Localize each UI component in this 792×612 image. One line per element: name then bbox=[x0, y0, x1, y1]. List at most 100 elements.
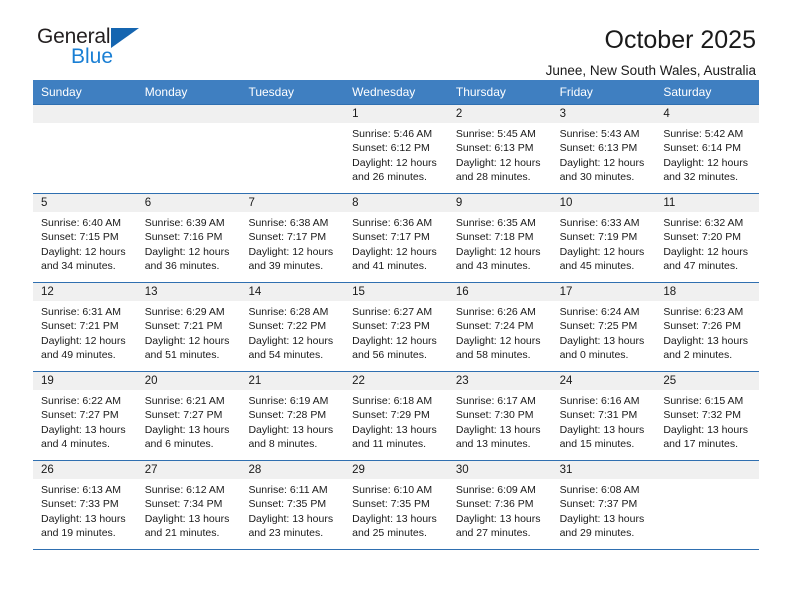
calendar-day-cell[interactable]: 26 Sunrise: 6:13 AM Sunset: 7:33 PM Dayl… bbox=[33, 461, 137, 549]
sunrise-text: Sunrise: 6:18 AM bbox=[352, 395, 433, 407]
calendar-day-cell[interactable] bbox=[240, 105, 345, 193]
calendar-day-cell[interactable] bbox=[33, 105, 137, 193]
calendar-day-cell[interactable]: 31 Sunrise: 6:08 AM Sunset: 7:37 PM Dayl… bbox=[551, 461, 656, 549]
brand-logo[interactable]: General Blue bbox=[33, 26, 187, 82]
calendar-day-cell[interactable]: 7 Sunrise: 6:38 AM Sunset: 7:17 PM Dayli… bbox=[240, 194, 345, 282]
day-number-band: 17 bbox=[551, 283, 656, 301]
calendar-week-row: 5 Sunrise: 6:40 AM Sunset: 7:15 PM Dayli… bbox=[33, 193, 760, 282]
calendar-day-cell[interactable] bbox=[136, 105, 241, 193]
calendar-day-cell[interactable]: 20 Sunrise: 6:21 AM Sunset: 7:27 PM Dayl… bbox=[136, 372, 241, 460]
day-details: Sunrise: 6:33 AM Sunset: 7:19 PM Dayligh… bbox=[552, 212, 656, 274]
daylight-text-line1: Daylight: 12 hours bbox=[455, 245, 541, 258]
day-number-band: 2 bbox=[447, 105, 552, 123]
daylight-text-line1: Daylight: 12 hours bbox=[455, 334, 541, 347]
day-number: 18 bbox=[663, 286, 677, 298]
weekday-header-friday: Friday bbox=[559, 85, 593, 99]
sunrise-text: Sunrise: 6:13 AM bbox=[41, 484, 121, 496]
day-number: 16 bbox=[455, 286, 469, 298]
day-details: Sunrise: 6:17 AM Sunset: 7:30 PM Dayligh… bbox=[448, 390, 552, 452]
day-details: Sunrise: 6:31 AM Sunset: 7:21 PM Dayligh… bbox=[33, 301, 137, 363]
calendar-day-cell[interactable]: 19 Sunrise: 6:22 AM Sunset: 7:27 PM Dayl… bbox=[33, 372, 137, 460]
sunset-text: Sunset: 7:18 PM bbox=[455, 231, 534, 244]
calendar-day-cell[interactable]: 4 Sunrise: 5:42 AM Sunset: 6:14 PM Dayli… bbox=[655, 105, 760, 193]
weekday-header-thursday: Thursday bbox=[455, 85, 506, 99]
daylight-text-line1: Daylight: 13 hours bbox=[352, 423, 437, 436]
calendar-day-cell[interactable]: 22 Sunrise: 6:18 AM Sunset: 7:29 PM Dayl… bbox=[344, 372, 448, 460]
day-number: 21 bbox=[248, 375, 262, 387]
calendar-day-cell[interactable]: 5 Sunrise: 6:40 AM Sunset: 7:15 PM Dayli… bbox=[33, 194, 137, 282]
calendar-day-cell[interactable]: 23 Sunrise: 6:17 AM Sunset: 7:30 PM Dayl… bbox=[447, 372, 552, 460]
day-details: Sunrise: 6:35 AM Sunset: 7:18 PM Dayligh… bbox=[448, 212, 552, 274]
sunset-text: Sunset: 7:36 PM bbox=[455, 498, 534, 511]
sunrise-text: Sunrise: 6:22 AM bbox=[41, 395, 121, 407]
sunrise-text: Sunrise: 6:38 AM bbox=[248, 217, 329, 229]
sunset-text: Sunset: 7:21 PM bbox=[144, 320, 223, 333]
daylight-text-line1: Daylight: 13 hours bbox=[559, 423, 645, 436]
calendar-day-cell[interactable]: 10 Sunrise: 6:33 AM Sunset: 7:19 PM Dayl… bbox=[551, 194, 656, 282]
day-details: Sunrise: 6:27 AM Sunset: 7:23 PM Dayligh… bbox=[344, 301, 448, 363]
calendar-day-cell[interactable]: 30 Sunrise: 6:09 AM Sunset: 7:36 PM Dayl… bbox=[447, 461, 552, 549]
day-number-band bbox=[33, 105, 137, 123]
sunrise-text: Sunrise: 6:39 AM bbox=[144, 217, 225, 229]
calendar-day-cell[interactable]: 29 Sunrise: 6:10 AM Sunset: 7:35 PM Dayl… bbox=[344, 461, 448, 549]
day-number: 24 bbox=[559, 375, 573, 387]
sunset-text: Sunset: 6:12 PM bbox=[352, 142, 430, 155]
day-number: 11 bbox=[663, 197, 676, 209]
daylight-text-line2: and 11 minutes. bbox=[352, 438, 427, 451]
calendar-day-cell[interactable]: 9 Sunrise: 6:35 AM Sunset: 7:18 PM Dayli… bbox=[447, 194, 552, 282]
sunset-text: Sunset: 7:20 PM bbox=[663, 231, 741, 244]
calendar-day-cell[interactable]: 21 Sunrise: 6:19 AM Sunset: 7:28 PM Dayl… bbox=[240, 372, 345, 460]
daylight-text-line2: and 28 minutes. bbox=[455, 171, 531, 184]
calendar-day-cell[interactable]: 27 Sunrise: 6:12 AM Sunset: 7:34 PM Dayl… bbox=[136, 461, 241, 549]
sunrise-text: Sunrise: 6:12 AM bbox=[144, 484, 225, 496]
day-number-band: 10 bbox=[551, 194, 656, 212]
calendar-day-cell[interactable]: 11 Sunrise: 6:32 AM Sunset: 7:20 PM Dayl… bbox=[655, 194, 760, 282]
daylight-text-line1: Daylight: 13 hours bbox=[41, 512, 126, 525]
calendar-day-cell[interactable]: 13 Sunrise: 6:29 AM Sunset: 7:21 PM Dayl… bbox=[136, 283, 241, 371]
calendar-day-cell[interactable]: 8 Sunrise: 6:36 AM Sunset: 7:17 PM Dayli… bbox=[344, 194, 448, 282]
calendar-day-cell[interactable]: 25 Sunrise: 6:15 AM Sunset: 7:32 PM Dayl… bbox=[655, 372, 760, 460]
weekday-header-tuesday: Tuesday bbox=[248, 85, 295, 99]
calendar-day-cell[interactable]: 2 Sunrise: 5:45 AM Sunset: 6:13 PM Dayli… bbox=[447, 105, 552, 193]
daylight-text-line1: Daylight: 12 hours bbox=[41, 334, 126, 347]
day-details: Sunrise: 6:12 AM Sunset: 7:34 PM Dayligh… bbox=[137, 479, 241, 541]
calendar-day-cell[interactable] bbox=[655, 461, 760, 549]
day-details: Sunrise: 5:42 AM Sunset: 6:14 PM Dayligh… bbox=[655, 123, 759, 185]
sunrise-text: Sunrise: 6:35 AM bbox=[455, 217, 536, 229]
day-number-band bbox=[655, 461, 760, 479]
calendar-day-cell[interactable]: 12 Sunrise: 6:31 AM Sunset: 7:21 PM Dayl… bbox=[33, 283, 137, 371]
calendar-day-cell[interactable]: 1 Sunrise: 5:46 AM Sunset: 6:12 PM Dayli… bbox=[344, 105, 448, 193]
weekday-header-saturday: Saturday bbox=[663, 85, 712, 99]
day-number-band: 12 bbox=[33, 283, 137, 301]
day-details: Sunrise: 6:24 AM Sunset: 7:25 PM Dayligh… bbox=[552, 301, 656, 363]
calendar-day-cell[interactable]: 17 Sunrise: 6:24 AM Sunset: 7:25 PM Dayl… bbox=[551, 283, 656, 371]
day-number-band: 28 bbox=[240, 461, 345, 479]
calendar-day-cell[interactable]: 16 Sunrise: 6:26 AM Sunset: 7:24 PM Dayl… bbox=[447, 283, 552, 371]
calendar-day-cell[interactable]: 18 Sunrise: 6:23 AM Sunset: 7:26 PM Dayl… bbox=[655, 283, 760, 371]
sunrise-text: Sunrise: 6:17 AM bbox=[455, 395, 536, 407]
day-details: Sunrise: 6:21 AM Sunset: 7:27 PM Dayligh… bbox=[137, 390, 241, 452]
day-number: 2 bbox=[455, 108, 463, 120]
sunset-text: Sunset: 7:17 PM bbox=[352, 231, 430, 244]
day-details: Sunrise: 5:46 AM Sunset: 6:12 PM Dayligh… bbox=[344, 123, 448, 185]
sunrise-text: Sunrise: 5:45 AM bbox=[455, 128, 536, 140]
day-number-band: 16 bbox=[447, 283, 552, 301]
calendar-day-cell[interactable]: 28 Sunrise: 6:11 AM Sunset: 7:35 PM Dayl… bbox=[240, 461, 345, 549]
daylight-text-line2: and 29 minutes. bbox=[559, 527, 635, 540]
daylight-text-line2: and 23 minutes. bbox=[248, 527, 324, 540]
sunset-text: Sunset: 7:33 PM bbox=[41, 498, 119, 511]
day-number: 30 bbox=[455, 464, 469, 476]
daylight-text-line2: and 32 minutes. bbox=[663, 171, 739, 184]
calendar-day-cell[interactable]: 14 Sunrise: 6:28 AM Sunset: 7:22 PM Dayl… bbox=[240, 283, 345, 371]
day-details: Sunrise: 6:26 AM Sunset: 7:24 PM Dayligh… bbox=[448, 301, 552, 363]
sunset-text: Sunset: 7:21 PM bbox=[41, 320, 119, 333]
calendar-day-cell[interactable]: 6 Sunrise: 6:39 AM Sunset: 7:16 PM Dayli… bbox=[136, 194, 241, 282]
calendar-day-cell[interactable]: 15 Sunrise: 6:27 AM Sunset: 7:23 PM Dayl… bbox=[344, 283, 448, 371]
daylight-text-line2: and 27 minutes. bbox=[455, 527, 531, 540]
calendar-day-cell[interactable]: 24 Sunrise: 6:16 AM Sunset: 7:31 PM Dayl… bbox=[551, 372, 656, 460]
calendar-day-cell[interactable]: 3 Sunrise: 5:43 AM Sunset: 6:13 PM Dayli… bbox=[551, 105, 656, 193]
sunrise-text: Sunrise: 6:09 AM bbox=[455, 484, 536, 496]
day-details: Sunrise: 6:08 AM Sunset: 7:37 PM Dayligh… bbox=[552, 479, 656, 541]
day-number: 8 bbox=[352, 197, 359, 209]
daylight-text-line1: Daylight: 12 hours bbox=[352, 245, 437, 258]
